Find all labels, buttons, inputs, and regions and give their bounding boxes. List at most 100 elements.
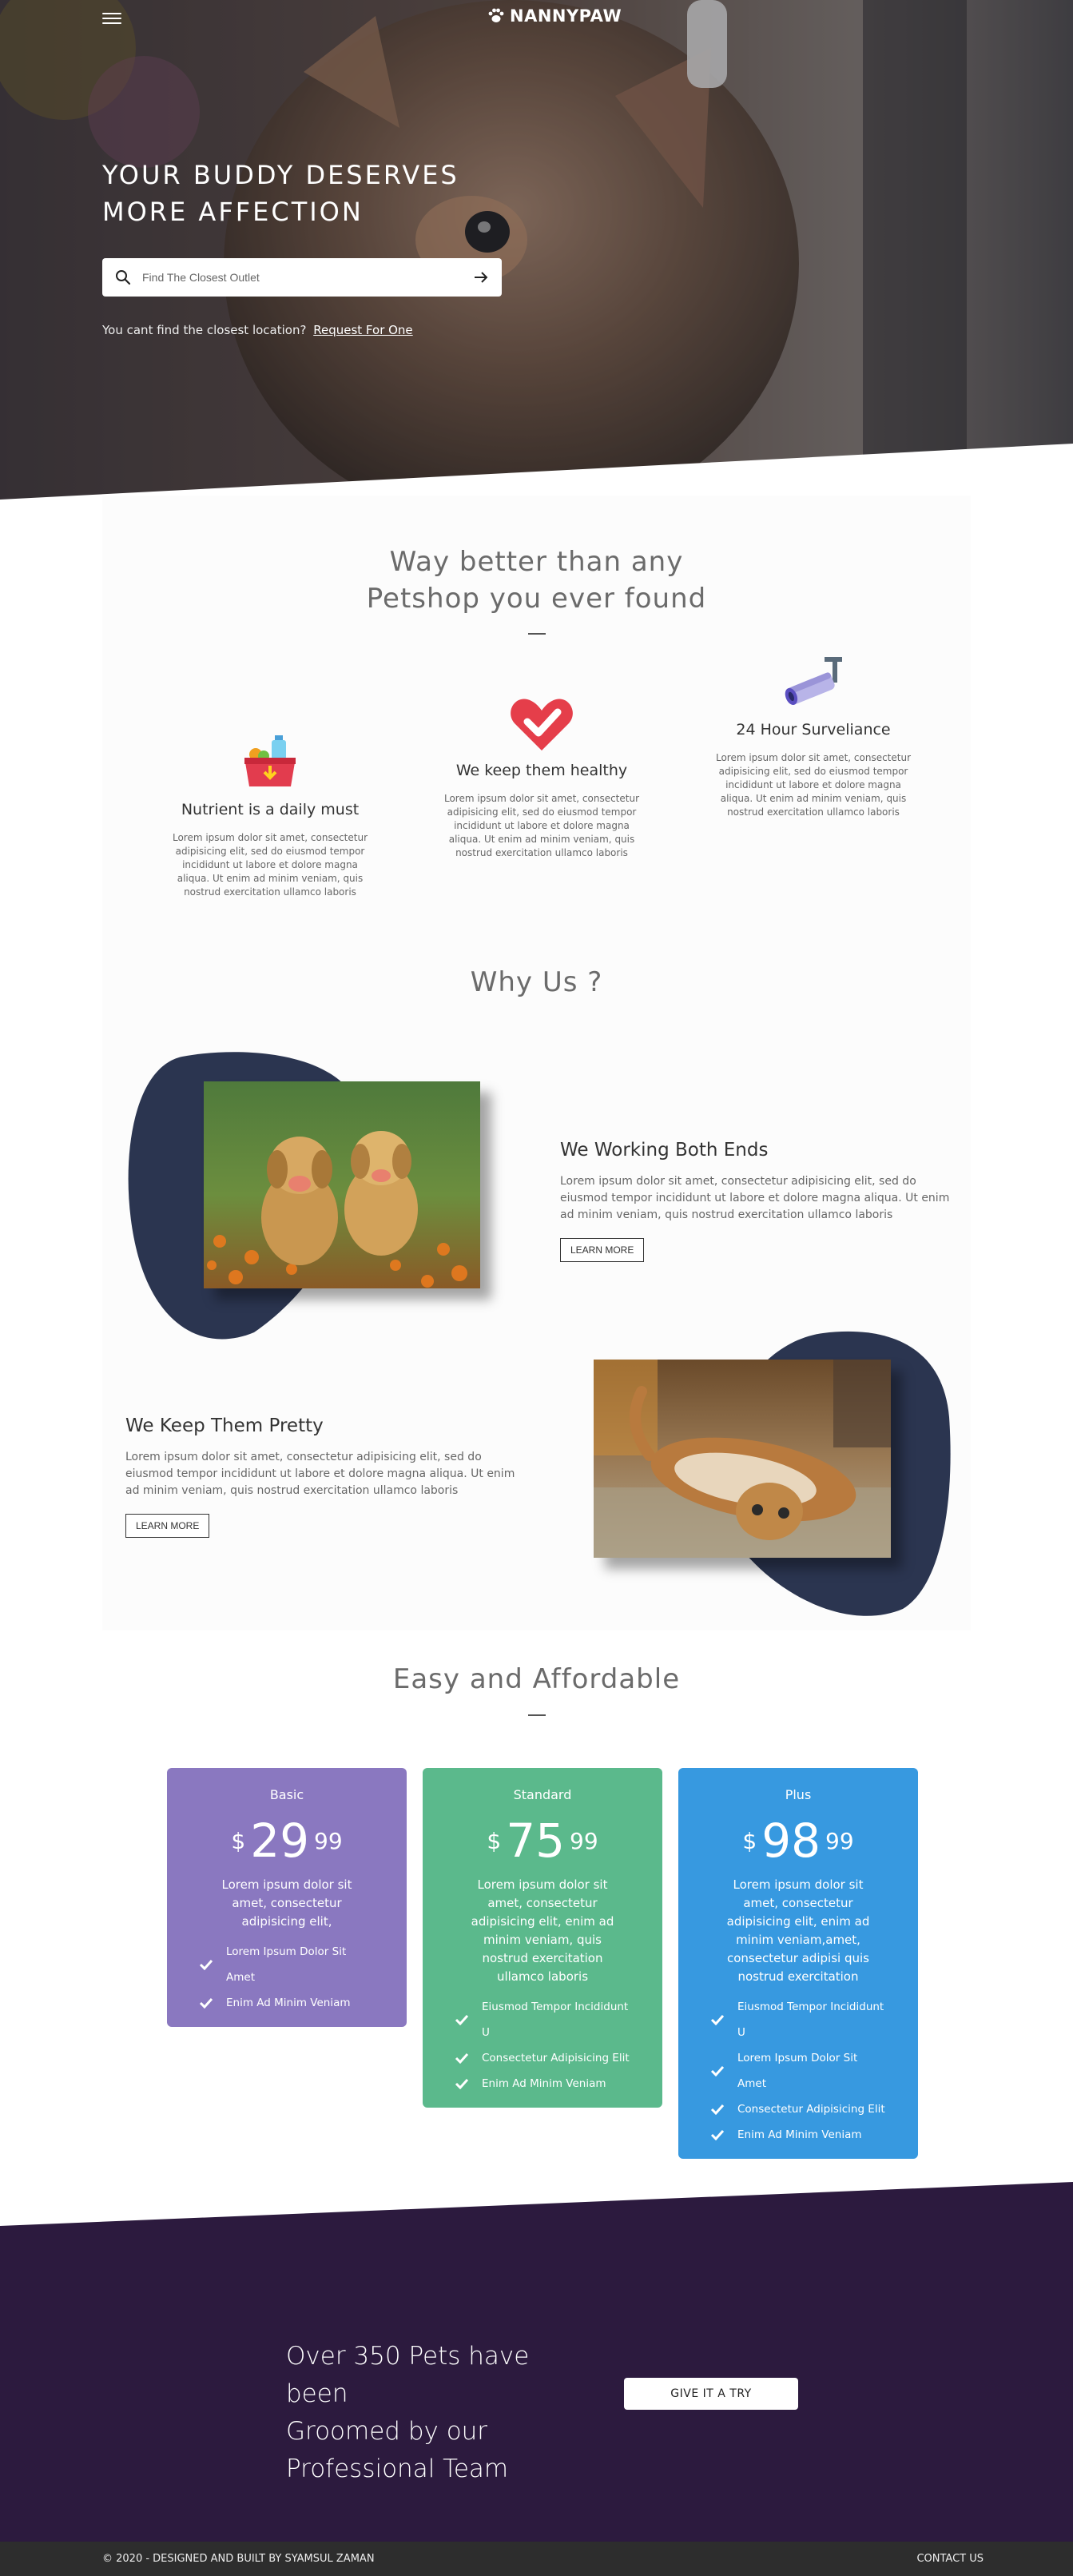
title-divider (528, 1714, 546, 1716)
plan-name: Basic (269, 1787, 304, 1802)
plan-name: Plus (785, 1787, 812, 1802)
features-title: Way better than any Petshop you ever fou… (0, 543, 1073, 617)
plan-price-amount: 98 (761, 1814, 821, 1868)
plan-currency: $ (487, 1827, 502, 1854)
pricing-card-standard[interactable]: Standard $ 75 99 Lorem ipsum dolor sit a… (423, 1768, 662, 2108)
features-title-line1: Way better than any (389, 546, 684, 578)
outlet-search-input[interactable] (142, 271, 473, 284)
cta-line2: Groomed by our (286, 2417, 488, 2446)
plan-feature-text: Enim Ad Minim Veniam (482, 2077, 606, 2090)
plan-currency: $ (231, 1827, 246, 1854)
basket-icon (244, 735, 296, 786)
plan-feature-list: Eiusmod Tempor Incididunt U Lorem Ipsum … (678, 1994, 918, 2159)
hero-title: YOUR BUDDY DESERVES MORE AFFECTION (102, 157, 518, 230)
plan-feature-text: Lorem Ipsum Dolor Sit Amet (737, 2052, 858, 2090)
plan-price: $ 29 99 (167, 1814, 407, 1868)
footer: © 2020 - DESIGNED AND BUILT BY SYAMSUL Z… (0, 2542, 1073, 2576)
why-block-title: We Working Both Ends (560, 1140, 769, 1161)
plan-feature-text: Eiusmod Tempor Incididunt U (737, 2001, 884, 2039)
feature-title: Nutrient is a daily must (181, 801, 360, 818)
features-title-line2: Petshop you ever found (366, 583, 707, 615)
plan-description: Lorem ipsum dolor sit amet, consectetur … (726, 1877, 870, 1984)
feature-title: We keep them healthy (455, 762, 628, 779)
arrow-right-icon[interactable] (473, 270, 489, 285)
title-divider (528, 633, 546, 635)
security-camera-icon (785, 657, 842, 705)
heart-check-icon (511, 699, 573, 751)
plan-price: $ 98 99 (678, 1814, 918, 1868)
plan-price-cents: 99 (825, 1827, 854, 1854)
plan-feature-text: Lorem Ipsum Dolor Sit Amet (226, 1945, 347, 1984)
brand-name: NANNYPAW (510, 6, 622, 26)
plan-price-amount: 75 (506, 1814, 565, 1868)
check-icon (455, 2078, 469, 2089)
hero-title-line1: YOUR BUDDY DESERVES (102, 160, 459, 190)
plan-feature-text: Enim Ad Minim Veniam (226, 1997, 351, 2009)
feature-title: 24 Hour Surveliance (736, 721, 891, 739)
plan-feature-text: Eiusmod Tempor Incididunt U (482, 2001, 629, 2039)
plan-feature-text: Consectetur Adipisicing Elit (737, 2103, 885, 2116)
plan-feature-item: Eiusmod Tempor Incididunt U (455, 1994, 630, 2045)
puppies-photo (204, 1081, 480, 1288)
plan-feature-list: Lorem Ipsum Dolor Sit Amet Enim Ad Minim… (167, 1939, 407, 2027)
feature-text: Lorem ipsum dolor sit amet, consectetur … (715, 752, 912, 818)
feature-card-surveillance: 24 Hour Surveliance Lorem ipsum dolor si… (713, 646, 913, 819)
why-us-title: Why Us ? (470, 966, 603, 998)
outlet-search-bar (102, 258, 502, 297)
plan-price-cents: 99 (314, 1827, 343, 1854)
cta-line1: Over 350 Pets have been (286, 2342, 530, 2408)
check-icon (455, 2014, 469, 2025)
plan-price: $ 75 99 (423, 1814, 662, 1868)
feature-card-healthy: We keep them healthy Lorem ipsum dolor s… (442, 687, 642, 860)
check-icon (710, 2129, 725, 2140)
learn-more-button[interactable]: LEARN MORE (560, 1238, 645, 1262)
why-block-text: Lorem ipsum dolor sit amet, consectetur … (125, 1451, 515, 1497)
hero-title-line2: MORE AFFECTION (102, 197, 364, 227)
request-location-link[interactable]: Request For One (313, 323, 412, 337)
plan-price-cents: 99 (570, 1827, 598, 1854)
plan-feature-item: Eiusmod Tempor Incididunt U (710, 1994, 886, 2045)
feature-card-nutrient: Nutrient is a daily must Lorem ipsum dol… (170, 726, 370, 899)
plan-feature-list: Eiusmod Tempor Incididunt U Consectetur … (423, 1994, 662, 2108)
why-block-title: We Keep Them Pretty (125, 1415, 324, 1436)
hamburger-menu-icon[interactable] (102, 10, 121, 27)
plan-currency: $ (742, 1827, 757, 1854)
pricing-card-plus[interactable]: Plus $ 98 99 Lorem ipsum dolor sit amet,… (678, 1768, 918, 2159)
why-block-text: Lorem ipsum dolor sit amet, consectetur … (560, 1175, 950, 1221)
pricing-title: Easy and Affordable (392, 1663, 681, 1695)
paw-icon (488, 8, 504, 22)
plan-description: Lorem ipsum dolor sit amet, consectetur … (471, 1877, 614, 1984)
footer-copyright: © 2020 - DESIGNED AND BUILT BY SYAMSUL Z… (102, 2553, 375, 2565)
plan-feature-item: Enim Ad Minim Veniam (710, 2122, 886, 2148)
cta-heading: Over 350 Pets have been Groomed by our P… (286, 2338, 598, 2488)
check-icon (455, 2052, 469, 2064)
check-icon (710, 2014, 725, 2025)
contact-us-link[interactable]: CONTACT US (916, 2553, 984, 2565)
plan-feature-item: Consectetur Adipisicing Elit (710, 2096, 886, 2122)
plan-feature-item: Enim Ad Minim Veniam (455, 2071, 630, 2096)
plan-price-amount: 29 (250, 1814, 309, 1868)
search-icon (116, 270, 131, 285)
plan-feature-item: Lorem Ipsum Dolor Sit Amet (710, 2045, 886, 2096)
plan-feature-item: Enim Ad Minim Veniam (199, 1990, 375, 2016)
learn-more-button[interactable]: LEARN MORE (125, 1514, 210, 1538)
check-icon (199, 1959, 213, 1970)
plan-feature-item: Lorem Ipsum Dolor Sit Amet (199, 1939, 375, 1990)
plan-name: Standard (513, 1787, 572, 1802)
plan-feature-text: Enim Ad Minim Veniam (737, 2128, 862, 2141)
plan-feature-item: Consectetur Adipisicing Elit (455, 2045, 630, 2071)
hero-note: You cant find the closest location? Requ… (102, 323, 413, 337)
why-block-pretty: We Keep Them Pretty Lorem ipsum dolor si… (125, 1415, 517, 1538)
give-it-a-try-button[interactable]: GIVE IT A TRY (624, 2378, 798, 2410)
check-icon (710, 2065, 725, 2076)
cta-line3: Professional Team (286, 2455, 509, 2483)
pricing-card-basic[interactable]: Basic $ 29 99 Lorem ipsum dolor sit amet… (167, 1768, 407, 2027)
why-block-both-ends: We Working Both Ends Lorem ipsum dolor s… (560, 1140, 952, 1262)
brand-logo[interactable]: NANNYPAW (487, 6, 622, 26)
feature-text: Lorem ipsum dolor sit amet, consectetur … (443, 793, 640, 858)
check-icon (199, 1997, 213, 2009)
feature-text: Lorem ipsum dolor sit amet, consectetur … (172, 832, 368, 898)
hero-cat-image (0, 0, 1073, 500)
cat-photo (594, 1360, 891, 1558)
check-icon (710, 2104, 725, 2115)
